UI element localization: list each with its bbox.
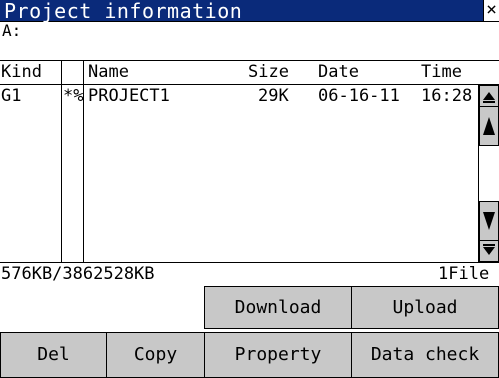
scroll-to-bottom-icon (483, 244, 495, 255)
title-bar: Project information × (0, 0, 499, 22)
close-icon: × (486, 0, 497, 20)
scroll-down-icon (483, 212, 495, 230)
download-button[interactable]: Download (204, 286, 352, 329)
drive-label: A: (2, 21, 22, 40)
status-bar: 576KB/3862528KB 1File (0, 263, 499, 285)
copy-button[interactable]: Copy (106, 332, 205, 378)
column-size: Size (248, 62, 289, 82)
file-date: 06-16-11 (318, 86, 400, 106)
column-header: Kind Name Size Date Time (0, 61, 499, 83)
scroll-track[interactable] (479, 146, 499, 201)
project-information-window: Project information × A: Kind Name Size … (0, 0, 499, 378)
scroll-down-button[interactable] (479, 201, 499, 241)
file-count-text: 1File (438, 264, 490, 284)
button-area: Download Upload Del Copy Property Data c… (0, 285, 499, 378)
del-button[interactable]: Del (0, 332, 107, 378)
file-size: 29K (258, 86, 289, 106)
close-button[interactable]: × (483, 0, 499, 21)
scrollbar[interactable] (478, 85, 499, 262)
file-row[interactable]: G1 *% PROJECT1 29K 06-16-11 16:28 (0, 85, 478, 107)
file-name: PROJECT1 (88, 86, 170, 106)
column-kind: Kind (1, 62, 42, 82)
upload-button[interactable]: Upload (351, 286, 499, 329)
file-kind: G1 (1, 86, 22, 106)
capacity-text: 576KB/3862528KB (1, 264, 155, 284)
scroll-to-bottom-button[interactable] (479, 240, 499, 262)
scroll-to-top-icon (483, 92, 495, 103)
property-button[interactable]: Property (204, 332, 352, 378)
scroll-up-icon (483, 117, 495, 135)
column-name: Name (88, 62, 129, 82)
file-time: 16:28 (421, 86, 473, 106)
column-date: Date (318, 62, 359, 82)
data-check-button[interactable]: Data check (351, 332, 499, 378)
column-time: Time (421, 62, 462, 82)
scroll-to-top-button[interactable] (479, 85, 499, 107)
window-title: Project information (4, 0, 243, 23)
scroll-up-button[interactable] (479, 106, 499, 146)
file-flags: *% (63, 86, 84, 106)
